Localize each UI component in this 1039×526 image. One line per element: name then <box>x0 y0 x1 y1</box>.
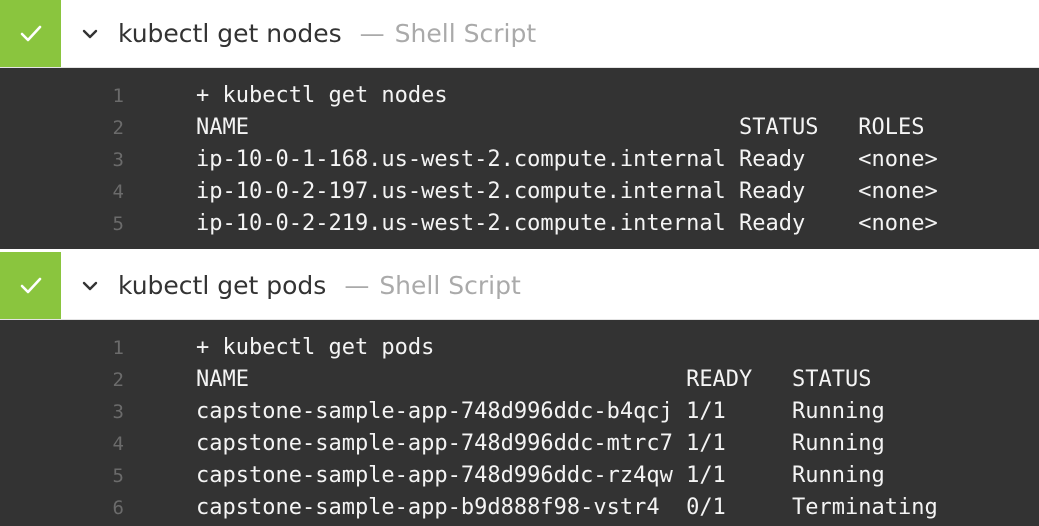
line-text: + kubectl get nodes <box>196 83 448 108</box>
step-title[interactable]: kubectl get nodes — Shell Script <box>118 0 536 68</box>
console-line: 6 capstone-sample-app-b9d888f98-vstr4 0/1… <box>0 492 1039 524</box>
step-type: Shell Script <box>394 19 537 48</box>
status-success-badge <box>0 0 61 67</box>
line-number: 2 <box>112 117 124 139</box>
line-number: 5 <box>112 465 124 487</box>
chevron-down-icon[interactable] <box>80 24 100 44</box>
line-number: 2 <box>112 369 124 391</box>
console-line: 2 NAME STATUS ROLES <box>0 112 1039 144</box>
console-output: 1 + kubectl get nodes 2 NAME STATUS ROLES … <box>0 68 1039 249</box>
line-text: NAME STATUS ROLES <box>196 115 925 140</box>
console-line: 5 ip-10-0-2-219.us-west-2.compute.interna… <box>0 208 1039 240</box>
line-text: ip-10-0-2-197.us-west-2.compute.internal… <box>196 179 938 204</box>
line-text: capstone-sample-app-748d996ddc-rz4qw 1/1… <box>196 463 885 488</box>
line-number: 6 <box>112 497 124 519</box>
console-line: 3 capstone-sample-app-748d996ddc-b4qcj 1/… <box>0 396 1039 428</box>
line-text: capstone-sample-app-748d996ddc-b4qcj 1/1… <box>196 399 885 424</box>
checkmark-icon <box>20 25 41 41</box>
line-text: capstone-sample-app-b9d888f98-vstr4 0/1 … <box>196 495 938 520</box>
step-header[interactable]: kubectl get pods — Shell Script <box>0 252 1039 320</box>
line-number: 1 <box>112 337 124 359</box>
console-line: 1 + kubectl get pods <box>0 332 1039 364</box>
console-line: 5 capstone-sample-app-748d996ddc-rz4qw 1/… <box>0 460 1039 492</box>
line-number: 3 <box>112 401 124 423</box>
console-line: 4 ip-10-0-2-197.us-west-2.compute.interna… <box>0 176 1039 208</box>
console-line: 2 NAME READY STATUS <box>0 364 1039 396</box>
console-output: 1 + kubectl get pods 2 NAME READY STATUS 3… <box>0 320 1039 526</box>
line-text: NAME READY STATUS <box>196 367 872 392</box>
step-title[interactable]: kubectl get pods — Shell Script <box>118 252 521 320</box>
line-text: ip-10-0-1-168.us-west-2.compute.internal… <box>196 147 938 172</box>
status-success-badge <box>0 252 61 319</box>
line-text: + kubectl get pods <box>196 335 435 360</box>
step-header[interactable]: kubectl get nodes — Shell Script <box>0 0 1039 68</box>
step-command: kubectl get nodes <box>118 19 342 48</box>
line-number: 1 <box>112 85 124 107</box>
step-command: kubectl get pods <box>118 271 327 300</box>
checkmark-icon <box>20 277 41 293</box>
step-kubectl-get-pods: kubectl get pods — Shell Script 1 + kubectl… <box>0 252 1039 526</box>
step-separator: — <box>344 271 370 300</box>
line-text: capstone-sample-app-748d996ddc-mtrc7 1/1… <box>196 431 885 456</box>
line-number: 5 <box>112 213 124 235</box>
console-line: 4 capstone-sample-app-748d996ddc-mtrc7 1/… <box>0 428 1039 460</box>
console-line: 3 ip-10-0-1-168.us-west-2.compute.interna… <box>0 144 1039 176</box>
line-number: 4 <box>112 433 124 455</box>
line-number: 4 <box>112 181 124 203</box>
console-line: 1 + kubectl get nodes <box>0 80 1039 112</box>
line-text: ip-10-0-2-219.us-west-2.compute.internal… <box>196 211 938 236</box>
step-type: Shell Script <box>379 271 521 300</box>
chevron-down-icon[interactable] <box>80 276 100 296</box>
step-separator: — <box>359 19 385 48</box>
step-kubectl-get-nodes: kubectl get nodes — Shell Script 1 + kubect… <box>0 0 1039 249</box>
line-number: 3 <box>112 149 124 171</box>
